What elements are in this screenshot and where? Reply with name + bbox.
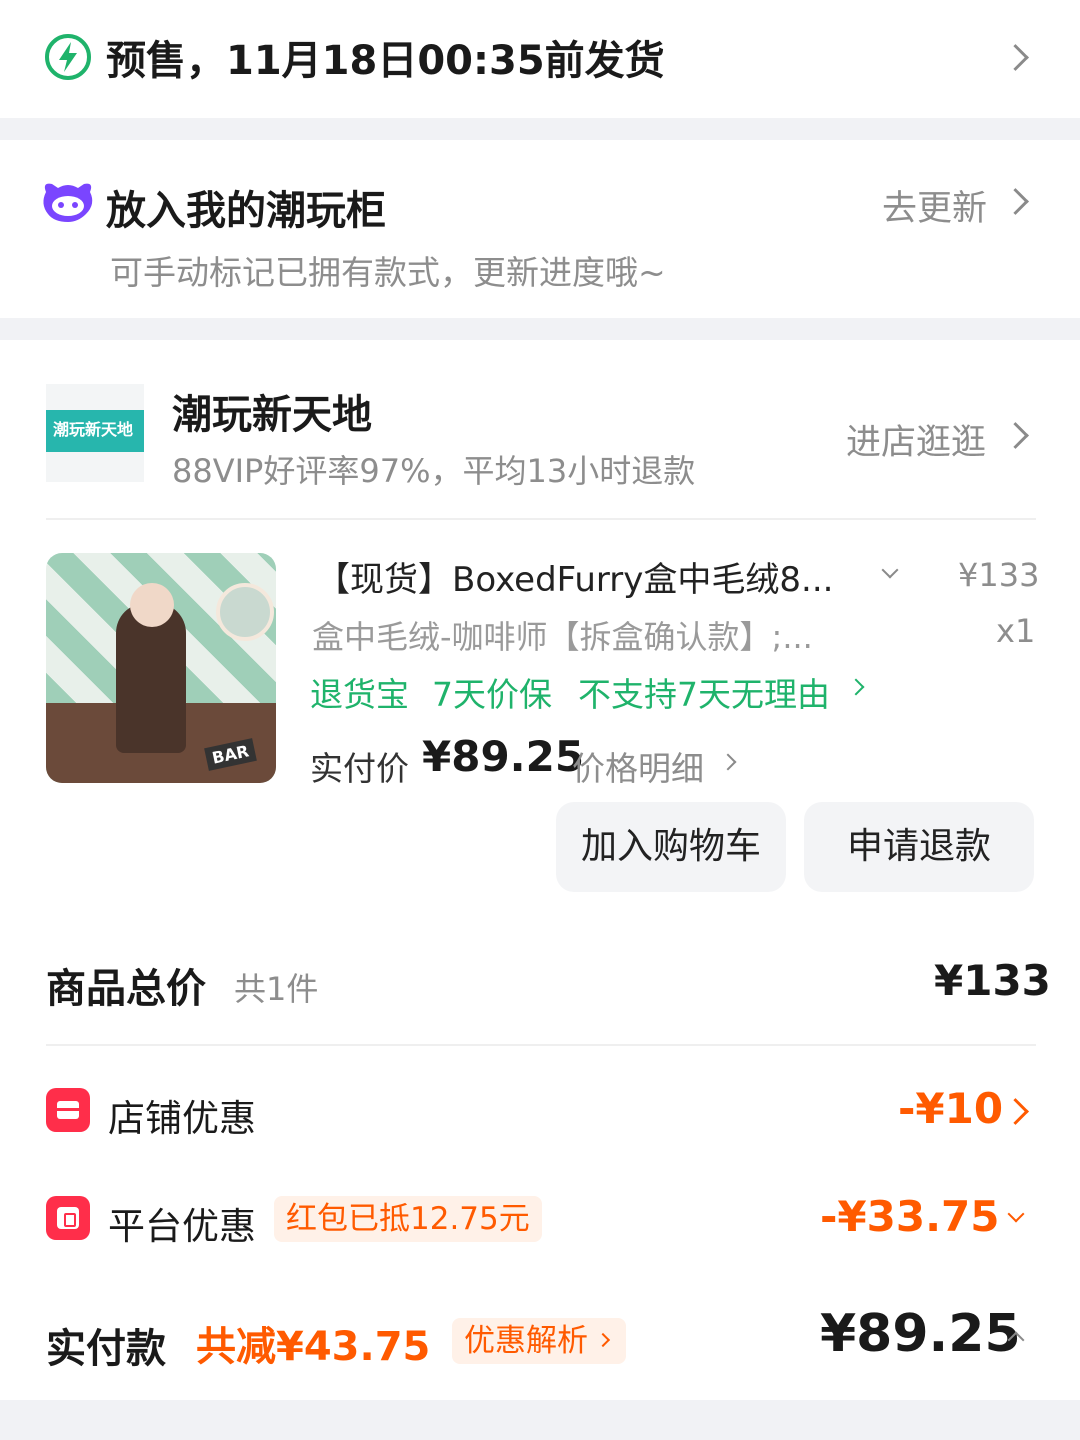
cabinet-card: 放入我的潮玩柜 可手动标记已拥有款式，更新进度哦~ 去更新 bbox=[0, 140, 1080, 318]
paid-value: ¥89.25 bbox=[820, 1304, 1021, 1364]
product-qty: x1 bbox=[996, 612, 1036, 650]
product-variant[interactable]: 盒中毛绒-咖啡师【拆盒确认款】;... bbox=[312, 612, 813, 658]
cabinet-subtitle: 可手动标记已拥有款式，更新进度哦~ bbox=[110, 253, 666, 292]
platform-discount-badge: 红包已抵12.75元 bbox=[274, 1196, 542, 1242]
platform-discount-label: 平台优惠 bbox=[108, 1205, 256, 1248]
cabinet-update-link[interactable]: 去更新 bbox=[882, 180, 987, 231]
shop-logo[interactable]: 潮玩新天地 bbox=[46, 384, 144, 482]
shop-discount-icon bbox=[46, 1088, 90, 1132]
chevron-down-icon[interactable] bbox=[881, 561, 899, 579]
shop-stats: 88VIP好评率97%，平均13小时退款 bbox=[172, 452, 696, 490]
lightning-icon bbox=[45, 34, 91, 80]
chevron-down-icon[interactable] bbox=[1007, 1205, 1025, 1223]
chevron-right-icon[interactable] bbox=[1002, 44, 1029, 71]
shop-discount-value[interactable]: -¥10 bbox=[898, 1084, 1003, 1133]
chevron-right-icon[interactable] bbox=[1002, 188, 1029, 215]
chevron-right-icon[interactable] bbox=[1002, 1098, 1029, 1125]
total-label: 商品总价 bbox=[46, 966, 206, 1012]
mascot-icon bbox=[43, 183, 93, 222]
add-to-cart-button[interactable]: 加入购物车 bbox=[556, 802, 786, 892]
shop-name[interactable]: 潮玩新天地 bbox=[172, 382, 372, 440]
divider bbox=[46, 518, 1036, 520]
chevron-right-icon bbox=[595, 1332, 611, 1348]
delivery-text: 预售，11月18日00:35前发货 bbox=[106, 38, 665, 84]
product-image[interactable]: BAR bbox=[46, 553, 276, 783]
enter-shop-link[interactable]: 进店逛逛 bbox=[846, 414, 986, 465]
discount-analysis-button[interactable]: 优惠解析 bbox=[452, 1318, 626, 1364]
item-paid-value: ¥89.25 bbox=[422, 732, 585, 781]
tag-price-protect[interactable]: 7天价保 bbox=[432, 668, 552, 716]
cabinet-title: 放入我的潮玩柜 bbox=[106, 188, 386, 234]
divider bbox=[46, 1044, 1036, 1046]
order-card: 潮玩新天地 潮玩新天地 88VIP好评率97%，平均13小时退款 进店逛逛 BA… bbox=[0, 340, 1080, 1400]
delivery-card[interactable]: 预售，11月18日00:35前发货 bbox=[0, 0, 1080, 118]
tag-return-insurance[interactable]: 退货宝 bbox=[310, 668, 409, 716]
total-count: 共1件 bbox=[234, 970, 319, 1008]
price-detail-link[interactable]: 价格明细 bbox=[572, 742, 704, 790]
paid-label: 实付款 bbox=[46, 1326, 166, 1372]
item-paid-label: 实付价 bbox=[310, 749, 409, 788]
platform-discount-icon bbox=[46, 1196, 90, 1240]
tag-no-return[interactable]: 不支持7天无理由 bbox=[578, 668, 830, 716]
chevron-right-icon[interactable] bbox=[719, 753, 737, 771]
product-title[interactable]: 【现货】BoxedFurry盒中毛绒8... bbox=[316, 552, 833, 601]
chevron-right-icon[interactable] bbox=[1002, 422, 1029, 449]
chevron-right-icon[interactable] bbox=[847, 678, 865, 696]
discount-analysis-label: 优惠解析 bbox=[464, 1323, 588, 1359]
platform-discount-value[interactable]: -¥33.75 bbox=[820, 1192, 1000, 1241]
total-value: ¥133 bbox=[934, 956, 1051, 1005]
paid-reduce: 共减¥43.75 bbox=[196, 1324, 431, 1370]
shop-logo-text: 潮玩新天地 bbox=[53, 420, 134, 439]
product-price: ¥133 bbox=[958, 556, 1040, 594]
refund-button[interactable]: 申请退款 bbox=[804, 802, 1034, 892]
shop-discount-label: 店铺优惠 bbox=[108, 1097, 256, 1140]
